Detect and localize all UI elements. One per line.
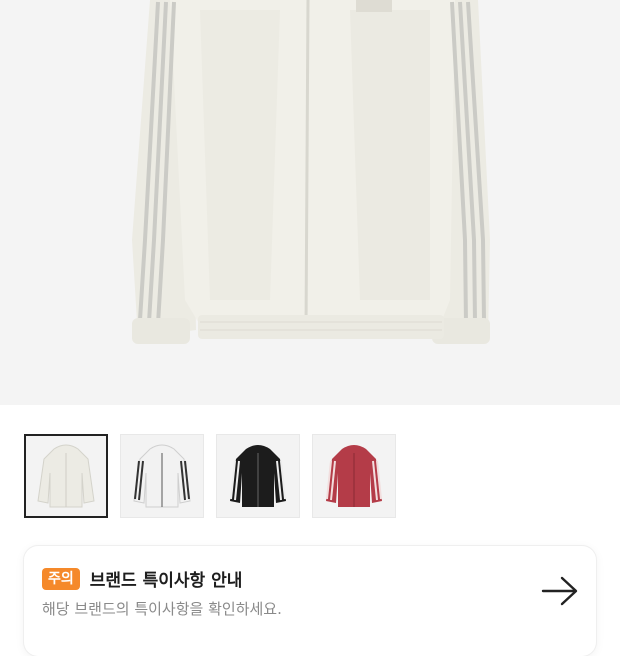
brand-notice-card[interactable]: 주의 브랜드 특이사항 안내 해당 브랜드의 특이사항을 확인하세요.	[24, 546, 596, 656]
thumbnail-red-jacket[interactable]	[312, 434, 396, 518]
red-jacket-thumb-icon	[326, 445, 382, 507]
white-black-jacket-thumb-icon	[133, 444, 191, 508]
product-main-image	[0, 0, 620, 405]
jacket-illustration	[132, 0, 490, 344]
notice-header: 주의 브랜드 특이사항 안내	[42, 566, 242, 591]
arrow-right-icon[interactable]	[540, 574, 580, 612]
black-jacket-thumb-icon	[230, 445, 286, 507]
white-jacket-thumb-icon	[37, 444, 95, 508]
thumbnail-black-jacket[interactable]	[216, 434, 300, 518]
notice-title: 브랜드 특이사항 안내	[89, 571, 243, 591]
thumbnail-white-jacket[interactable]	[24, 434, 108, 518]
notice-subtitle: 해당 브랜드의 특이사항을 확인하세요.	[42, 600, 282, 618]
caution-badge: 주의	[42, 567, 80, 590]
thumbnail-strip	[24, 434, 396, 520]
thumbnail-white-black-jacket[interactable]	[120, 434, 204, 518]
